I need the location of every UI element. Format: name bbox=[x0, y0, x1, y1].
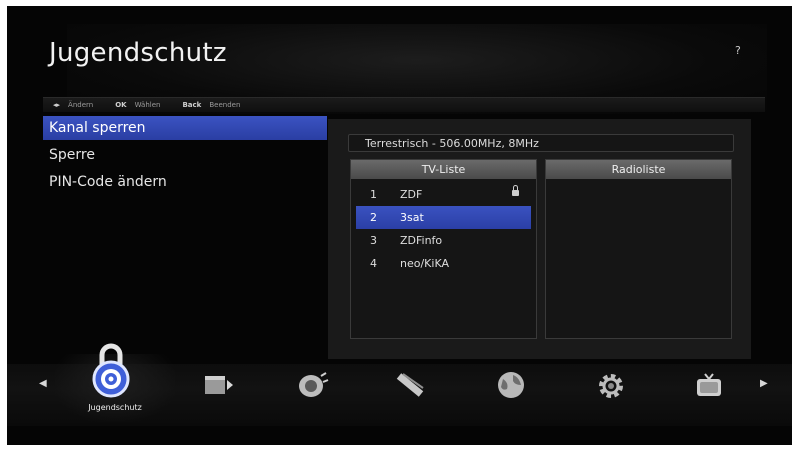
channel-row[interactable]: 3 ZDFinfo bbox=[356, 229, 531, 252]
hint-label: Ändern bbox=[68, 101, 94, 109]
settings-menu: Kanal sperren Sperre PIN-Code ändern bbox=[43, 116, 327, 197]
active-item-label: Jugendschutz bbox=[88, 403, 142, 412]
page-title: Jugendschutz bbox=[49, 38, 227, 68]
tv-icon[interactable] bbox=[693, 370, 725, 400]
help-button[interactable]: ? bbox=[735, 44, 741, 57]
hint-select: OK Wählen bbox=[115, 101, 172, 109]
media-icon[interactable] bbox=[203, 372, 237, 398]
channel-name: neo/KiKA bbox=[400, 257, 449, 270]
key-hint-bar: ◂▸ Ändern OK Wählen Back Beenden bbox=[43, 97, 765, 112]
frequency-field: Terrestrisch - 506.00MHz, 8MHz bbox=[348, 134, 734, 152]
hint-key: ◂▸ bbox=[53, 101, 61, 109]
globe-icon[interactable] bbox=[495, 369, 527, 401]
hint-label: Beenden bbox=[209, 101, 241, 109]
antenna-icon[interactable] bbox=[393, 368, 429, 400]
channel-name: ZDFinfo bbox=[400, 234, 443, 247]
hint-change: ◂▸ Ändern bbox=[53, 101, 105, 109]
channel-number: 2 bbox=[370, 211, 377, 224]
lock-icon[interactable] bbox=[87, 339, 135, 399]
menu-item-kanal-sperren[interactable]: Kanal sperren bbox=[43, 116, 327, 140]
settings-gear-icon[interactable] bbox=[595, 370, 627, 402]
channel-name: 3sat bbox=[400, 211, 424, 224]
radio-list-header[interactable]: Radioliste bbox=[546, 160, 731, 179]
hint-label: Wählen bbox=[134, 101, 161, 109]
channel-number: 3 bbox=[370, 234, 377, 247]
channel-number: 1 bbox=[370, 188, 377, 201]
channel-row[interactable]: 4 neo/KiKA bbox=[356, 252, 531, 275]
channel-row-selected[interactable]: 2 3sat bbox=[356, 206, 531, 229]
tv-list[interactable]: TV-Liste 1 ZDF 2 3sat 3 ZDFinfo 4 neo/Ki… bbox=[350, 159, 537, 339]
hint-key: OK bbox=[115, 101, 127, 109]
channel-name: ZDF bbox=[400, 188, 423, 201]
arrow-right-icon[interactable]: ▶ bbox=[760, 378, 768, 389]
channel-row[interactable]: 1 ZDF bbox=[356, 183, 531, 206]
hint-exit: Back Beenden bbox=[182, 101, 252, 109]
arrow-left-icon[interactable]: ◀ bbox=[39, 378, 47, 389]
channel-number: 4 bbox=[370, 257, 377, 270]
screen: Jugendschutz ? ◂▸ Ändern OK Wählen Back … bbox=[7, 6, 792, 445]
lock-icon bbox=[512, 185, 519, 196]
menu-item-sperre[interactable]: Sperre bbox=[43, 143, 327, 170]
hint-key: Back bbox=[182, 101, 202, 109]
menu-item-pin-code[interactable]: PIN-Code ändern bbox=[43, 170, 327, 197]
radio-list[interactable]: Radioliste bbox=[545, 159, 732, 339]
tv-list-header[interactable]: TV-Liste bbox=[351, 160, 536, 179]
satellite-dish-icon[interactable] bbox=[295, 370, 331, 400]
